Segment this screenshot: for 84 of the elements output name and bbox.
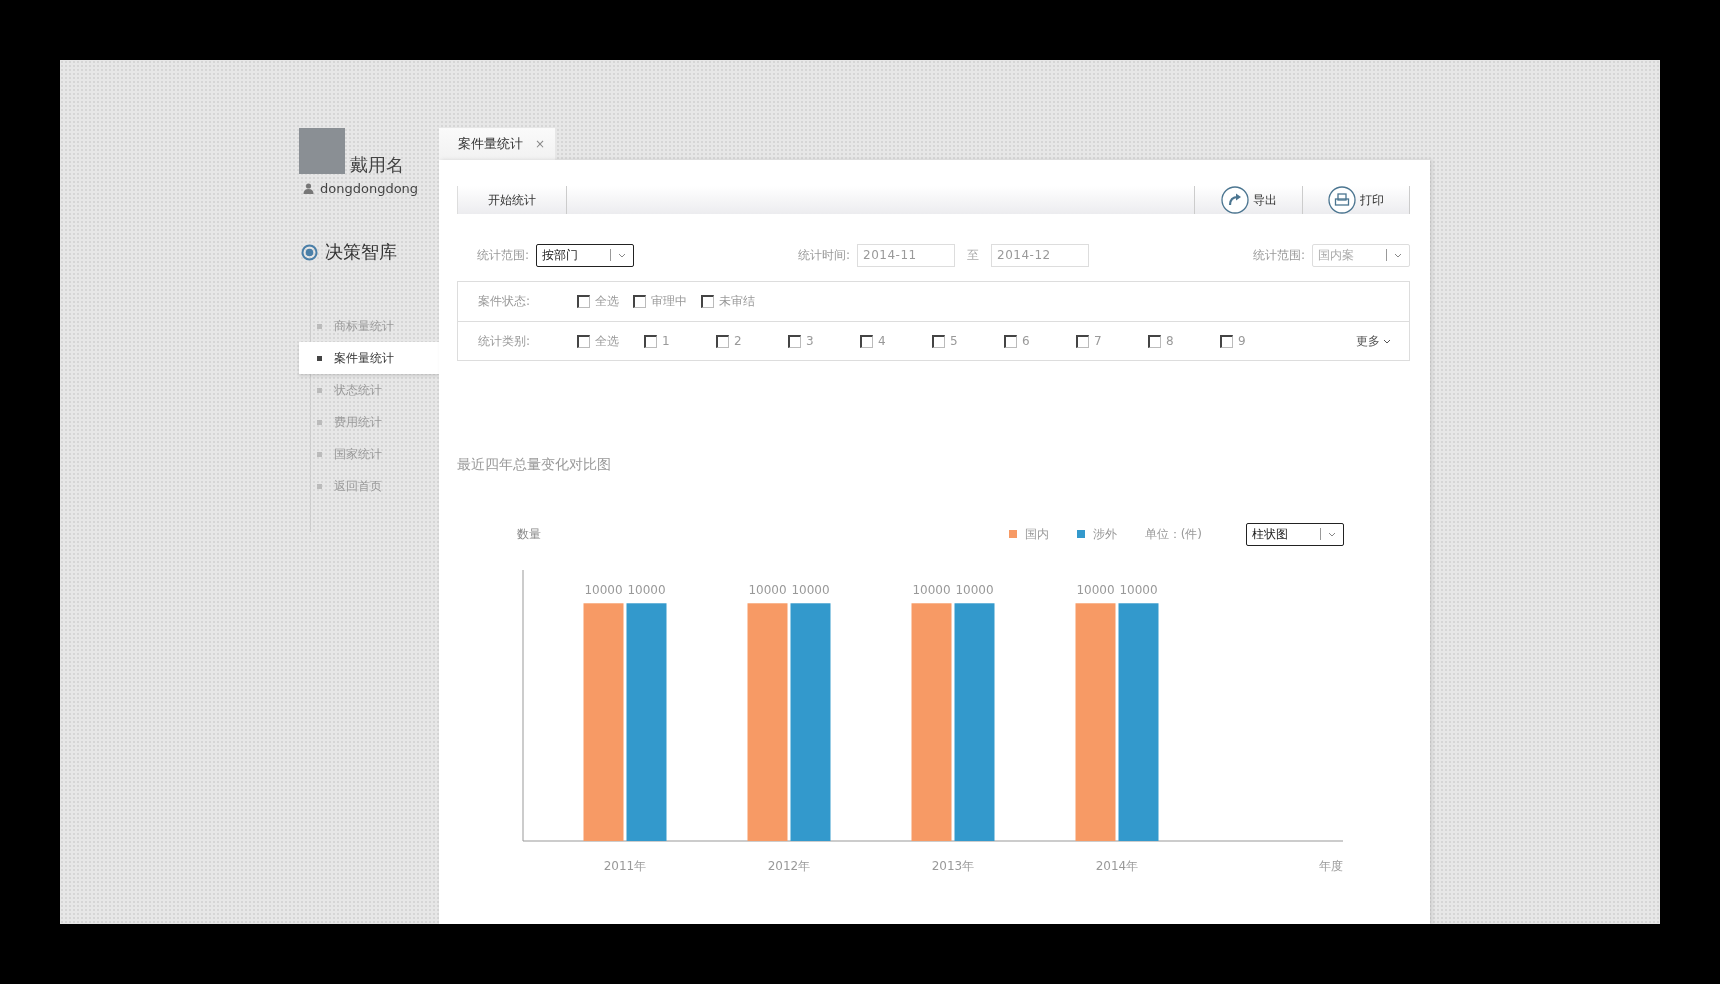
checkbox-label: 全选 [595, 332, 619, 350]
nav-item[interactable]: 商标量统计 [299, 310, 439, 342]
nav-item[interactable]: 案件量统计 [299, 342, 439, 374]
dropdown[interactable]: 柱状图 [1246, 522, 1344, 546]
value-label: 10000 [955, 583, 994, 598]
checkbox-label: 审理中 [651, 293, 687, 310]
print-button[interactable]: 打印 [1302, 186, 1410, 214]
dropdown[interactable]: 按部门 [536, 243, 635, 267]
nav-item[interactable]: 返回首页 [299, 470, 439, 502]
checkbox[interactable] [1148, 334, 1161, 348]
value-label: 10000 [1076, 583, 1115, 598]
checkbox[interactable] [701, 295, 714, 308]
caret-icon [1394, 252, 1402, 258]
filter-label: 统计范围: [477, 246, 530, 264]
axis-label: 2011年 [603, 859, 647, 873]
bullet-icon [317, 483, 322, 489]
checkbox[interactable] [788, 334, 801, 348]
value-label: 10000 [584, 583, 623, 598]
checkbox[interactable] [716, 334, 729, 348]
checkbox-label: 4 [878, 334, 886, 348]
checkbox-label: 全选 [595, 293, 619, 310]
date-field[interactable]: 2014-11 [857, 243, 956, 267]
export-button[interactable]: 导出 [1194, 186, 1302, 214]
person-icon [303, 183, 314, 194]
caret-icon [1383, 338, 1391, 344]
checkbox[interactable] [644, 334, 657, 348]
start-button[interactable]: 开始统计 [458, 186, 567, 214]
bullet-icon [317, 355, 322, 361]
section-title: 决策智库 [325, 240, 397, 264]
checkbox[interactable] [1220, 334, 1233, 348]
legend-label: 国内 [1024, 525, 1049, 543]
legend-label: 涉外 [1092, 525, 1117, 543]
value-label: 10000 [1119, 583, 1158, 598]
checkbox-label: 5 [950, 334, 958, 348]
date-field[interactable]: 2014-12 [991, 243, 1090, 267]
filter-label: 案件状态: [478, 293, 532, 310]
unit-label: 单位：(件) [1144, 525, 1202, 543]
bullet-icon [317, 451, 322, 457]
value-label: 10000 [748, 583, 787, 598]
checkbox[interactable] [633, 295, 646, 308]
axis-title: 数量 [517, 525, 541, 543]
user-name: 戴用名 [350, 156, 404, 174]
value-label: 10000 [627, 583, 666, 598]
filter-label: 统计范围: [1252, 246, 1305, 264]
filter-label: 统计时间: [798, 246, 851, 264]
checkbox[interactable] [860, 334, 873, 348]
caret-icon [618, 252, 627, 258]
caret-icon [1328, 531, 1336, 537]
axis-label: 2014年 [1095, 859, 1139, 873]
chart-title: 最近四年总量变化对比图 [457, 456, 612, 474]
bullet-icon [317, 387, 322, 393]
checkbox[interactable] [577, 334, 590, 348]
checkbox-label: 未审结 [719, 293, 755, 310]
nav-item[interactable]: 费用统计 [299, 406, 439, 438]
checkbox-label: 3 [806, 334, 814, 348]
axis-end-label: 年度 [1319, 859, 1343, 873]
more-button[interactable]: 更多 [1356, 332, 1391, 350]
checkbox-label: 2 [734, 334, 742, 348]
checkbox-label: 7 [1094, 334, 1102, 348]
checkbox-label: 1 [662, 334, 670, 348]
checkbox[interactable] [932, 334, 945, 348]
range-separator: 至 [967, 246, 980, 264]
nav-item[interactable]: 国家统计 [299, 438, 439, 470]
value-label: 10000 [791, 583, 830, 598]
photo-placeholder [299, 128, 345, 174]
checkbox[interactable] [577, 295, 590, 308]
tab[interactable]: 案件量统计 × [439, 128, 556, 160]
bullet-icon [317, 323, 322, 329]
tab-label: 案件量统计 [458, 135, 523, 153]
checkbox[interactable] [1076, 334, 1089, 348]
radio-icon [301, 243, 318, 261]
bullet-icon [317, 419, 322, 425]
checkbox-label: 6 [1022, 334, 1030, 348]
filter-label: 统计类别: [478, 332, 532, 350]
checkbox[interactable] [1004, 334, 1017, 348]
close-icon[interactable]: × [535, 137, 546, 151]
checkbox-label: 8 [1166, 334, 1174, 348]
axis-label: 2012年 [767, 859, 811, 873]
printer-icon [1328, 186, 1356, 214]
nav-item[interactable]: 状态统计 [299, 374, 439, 406]
axis-label: 2013年 [931, 859, 975, 873]
checkbox-label: 9 [1238, 334, 1246, 348]
value-label: 10000 [912, 583, 951, 598]
username: dongdongdong [320, 181, 419, 196]
